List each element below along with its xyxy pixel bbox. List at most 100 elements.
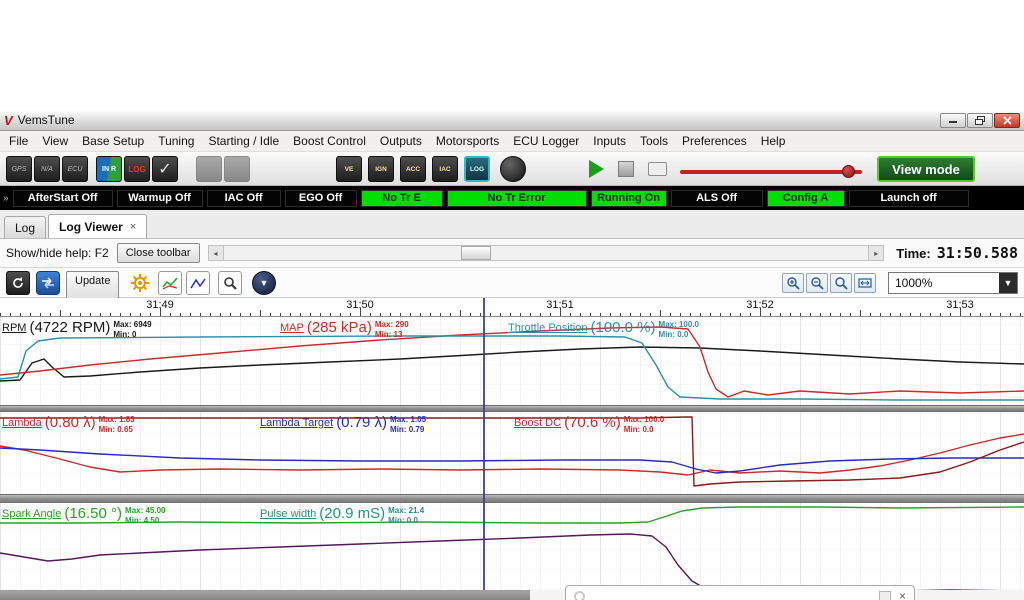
signal-lambda-target[interactable]: Lambda Target(0.79 λ)Max: 1.05Min: 0.79 xyxy=(260,414,426,434)
zoom-in-icon[interactable] xyxy=(782,273,804,293)
signal-spark-angle[interactable]: Spark Angle(16.50 °)Max: 45.00Min: 4.50 xyxy=(2,505,166,525)
menu-ecu-logger[interactable]: ECU Logger xyxy=(506,132,586,150)
zoom-out-icon[interactable] xyxy=(806,273,828,293)
signal-lambda[interactable]: Lambda(0.80 λ)Max: 1.83Min: 0.65 xyxy=(2,414,135,434)
ruler-tick xyxy=(410,313,411,316)
log-viewer-icon[interactable]: LOG xyxy=(464,156,490,182)
ve-table-icon[interactable]: VE xyxy=(336,156,362,182)
menu-base-setup[interactable]: Base Setup xyxy=(75,132,151,150)
gps-icon[interactable]: GPS xyxy=(6,156,32,182)
close-button[interactable] xyxy=(994,113,1020,128)
menu-tuning[interactable]: Tuning xyxy=(151,132,201,150)
signal-boost-dc[interactable]: Boost DC(70.6 %)Max: 100.0Min: 0.0 xyxy=(514,414,664,434)
signal-name[interactable]: Lambda xyxy=(2,414,42,429)
marker-jump-icon[interactable]: ▼ xyxy=(252,271,276,295)
menu-inputs[interactable]: Inputs xyxy=(586,132,633,150)
ecu-icon[interactable]: ECU xyxy=(62,156,88,182)
time-display: Time: 31:50.588 xyxy=(896,244,1018,262)
popup-mini-icon[interactable] xyxy=(879,591,891,600)
vemstune-logo-icon: V xyxy=(4,113,13,128)
ruler-tick xyxy=(710,313,711,316)
search-icon[interactable] xyxy=(218,271,242,295)
zoom-fit-icon[interactable] xyxy=(854,273,876,293)
graph-panel-2[interactable]: Lambda(0.80 λ)Max: 1.83Min: 0.65 Lambda T… xyxy=(0,412,1024,494)
gauge-icon-2[interactable] xyxy=(224,156,250,182)
slider-knob[interactable] xyxy=(842,165,855,178)
signal-name[interactable]: Spark Angle xyxy=(2,505,61,520)
scroll-right-icon[interactable]: ▸ xyxy=(868,246,883,260)
signal-pulse-width[interactable]: Pulse width(20.9 mS)Max: 21.4Min: 0.0 xyxy=(260,505,424,525)
refresh-icon[interactable] xyxy=(6,271,30,295)
na-icon[interactable]: N/A xyxy=(34,156,60,182)
panel-2-traces xyxy=(0,412,1024,494)
ruler-tick xyxy=(610,313,611,316)
signal-minmax: Max: 1.83Min: 0.65 xyxy=(99,414,135,434)
iac-table-icon[interactable]: IAC xyxy=(432,156,458,182)
signal-name[interactable]: Pulse width xyxy=(260,505,316,520)
signal-name[interactable]: Lambda Target xyxy=(260,414,333,429)
stop-icon[interactable] xyxy=(618,161,634,177)
menu-tools[interactable]: Tools xyxy=(633,132,675,150)
scroll-left-icon[interactable]: ◂ xyxy=(209,246,224,260)
ruler-tick xyxy=(220,313,221,316)
acc-table-icon[interactable]: ACC xyxy=(400,156,426,182)
trace-boost-dc xyxy=(0,417,1024,486)
graph-panel-1[interactable]: RPM(4722 RPM)Max: 6949Min: 0 MAP(285 kPa)… xyxy=(0,317,1024,405)
popup-close-icon[interactable]: × xyxy=(899,589,906,600)
signal-name[interactable]: Boost DC xyxy=(514,414,561,429)
signal-name[interactable]: RPM xyxy=(2,319,26,334)
tab-log-viewer[interactable]: Log Viewer× xyxy=(48,214,147,238)
maximize-button[interactable] xyxy=(967,113,993,128)
dropdown-arrow-icon[interactable]: ▼ xyxy=(999,273,1017,293)
signal-rpm[interactable]: RPM(4722 RPM)Max: 6949Min: 0 xyxy=(2,319,152,339)
log-icon[interactable]: LOG xyxy=(124,156,150,182)
validate-icon[interactable]: ✓ xyxy=(152,156,178,182)
status-bar: » AfterStart OffWarmup OffIAC OffEGO Off… xyxy=(0,186,1024,210)
tab-log[interactable]: Log xyxy=(4,216,46,238)
panel-splitter-2[interactable] xyxy=(0,494,1024,503)
signal-minmax: Max: 100.0Min: 0.0 xyxy=(659,319,699,339)
chart-icon-2[interactable] xyxy=(186,271,210,295)
signal-name[interactable]: Throttle Position xyxy=(508,319,587,334)
menu-help[interactable]: Help xyxy=(754,132,793,150)
title-bar[interactable]: V VemsTune xyxy=(0,110,1024,131)
view-mode-button[interactable]: View mode xyxy=(877,156,975,182)
zoom-reset-icon[interactable] xyxy=(830,273,852,293)
ruler-tick xyxy=(670,313,671,316)
settings-gear-icon[interactable] xyxy=(128,271,152,295)
menu-preferences[interactable]: Preferences xyxy=(675,132,754,150)
chart-icon-1[interactable] xyxy=(158,271,182,295)
signal-throttle-position[interactable]: Throttle Position(100.0 %)Max: 100.0Min:… xyxy=(508,319,699,339)
graph-panel-3[interactable]: Spark Angle(16.50 °)Max: 45.00Min: 4.50 P… xyxy=(0,503,1024,590)
menu-view[interactable]: View xyxy=(35,132,75,150)
time-ruler[interactable]: 31:4931:5031:5131:5231:53 xyxy=(0,298,1024,317)
ruler-tick xyxy=(570,313,571,316)
play-icon[interactable] xyxy=(589,160,604,178)
menu-outputs[interactable]: Outputs xyxy=(373,132,429,150)
close-toolbar-button[interactable]: Close toolbar xyxy=(117,243,200,263)
menu-file[interactable]: File xyxy=(2,132,35,150)
chat-icon[interactable] xyxy=(648,162,667,176)
minimize-button[interactable] xyxy=(940,113,966,128)
ign-table-icon[interactable]: IGN xyxy=(368,156,394,182)
time-cursor-line[interactable] xyxy=(483,298,485,600)
ruler-tick xyxy=(210,313,211,316)
menu-starting-idle[interactable]: Starting / Idle xyxy=(201,132,286,150)
zoom-level-select[interactable]: 1000% ▼ xyxy=(888,272,1018,294)
status-launch-off: Launch off xyxy=(849,190,969,207)
connect-icon[interactable] xyxy=(36,271,60,295)
menu-motorsports[interactable]: Motorsports xyxy=(429,132,506,150)
scrollbar-thumb[interactable] xyxy=(461,246,491,260)
panel-splitter-1[interactable] xyxy=(0,405,1024,412)
tab-close-icon[interactable]: × xyxy=(130,221,136,233)
motorsport-icon[interactable] xyxy=(500,156,526,182)
signal-name[interactable]: MAP xyxy=(280,319,304,334)
ruler-tick xyxy=(400,313,401,316)
menu-boost-control[interactable]: Boost Control xyxy=(286,132,373,150)
horizontal-scrollbar[interactable]: ◂ ▸ xyxy=(208,245,885,261)
gauge-icon-1[interactable] xyxy=(196,156,222,182)
signal-map[interactable]: MAP(285 kPa)Max: 290Min: 13 xyxy=(280,319,409,339)
display-inr-icon[interactable]: IN R xyxy=(96,156,122,182)
bottom-splitter[interactable] xyxy=(0,590,530,600)
gauge-slider[interactable] xyxy=(680,170,862,174)
